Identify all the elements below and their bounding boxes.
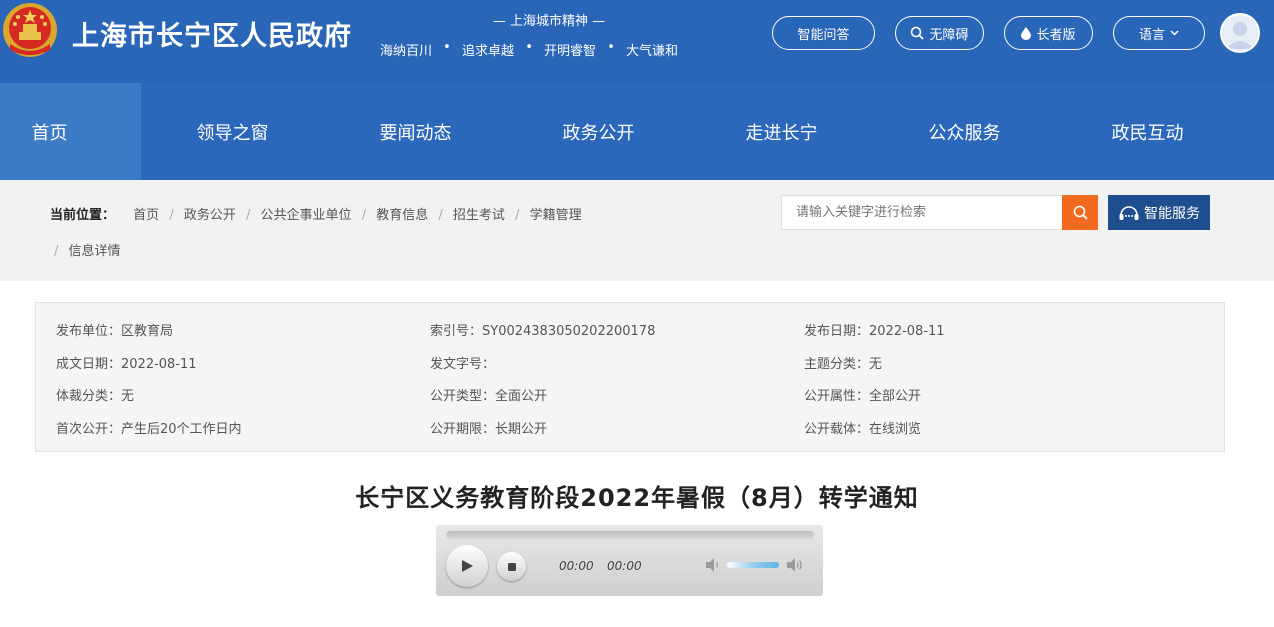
document-info-panel: 发布单位：区教育局 索引号：SY0024383050202200178 发布日期…: [35, 302, 1225, 452]
breadcrumb-separator: /: [54, 244, 59, 259]
smart-service-label: 智能服务: [1144, 205, 1200, 222]
headset-icon: [1119, 205, 1139, 220]
info-genre: 体裁分类：无: [56, 389, 135, 404]
breadcrumb-item-current[interactable]: 信息详情: [69, 244, 121, 259]
info-publish-date: 发布日期：2022-08-11: [804, 324, 945, 339]
nav-item-label: 领导之窗: [196, 122, 269, 144]
breadcrumb-label: 当前位置：: [50, 208, 116, 223]
info-open-type: 公开类型：全面公开: [430, 389, 548, 404]
nav-item-label: 政民互动: [1111, 122, 1184, 144]
main-nav: 首页 领导之窗 要闻动态 政务公开 走进长宁 公众服务 政民互动: [0, 83, 1274, 180]
language-label: 语言: [1138, 27, 1165, 43]
volume-slider[interactable]: [727, 562, 779, 568]
play-icon: [462, 560, 473, 572]
language-button[interactable]: 语言: [1113, 16, 1205, 50]
spirit-word: 开明睿智: [544, 44, 597, 59]
duration-time: 00:00: [607, 559, 642, 573]
play-button[interactable]: [446, 545, 488, 587]
elder-mode-label: 长者版: [1036, 27, 1076, 43]
nav-item-leaders[interactable]: 领导之窗: [141, 83, 324, 180]
volume-low-icon[interactable]: [704, 556, 722, 574]
info-publisher: 发布单位：区教育局: [56, 324, 174, 339]
search-input[interactable]: [781, 195, 1063, 230]
smart-qa-label: 智能问答: [797, 27, 850, 43]
site-title[interactable]: 上海市长宁区人民政府: [72, 14, 352, 53]
info-first-open: 首次公开：产生后20个工作日内: [56, 422, 242, 437]
breadcrumb-item[interactable]: 公共企事业单位: [261, 208, 352, 223]
user-avatar[interactable]: [1220, 13, 1260, 53]
avatar-icon: [1226, 22, 1254, 49]
breadcrumb: 当前位置： 首页 / 政务公开 / 公共企事业单位 / 教育信息 / 招生考试 …: [50, 204, 582, 223]
spirit-word: 海纳百川: [380, 44, 433, 59]
info-written-date: 成文日期：2022-08-11: [56, 357, 197, 372]
audio-seek-bar[interactable]: [446, 531, 814, 539]
nav-item-open-gov[interactable]: 政务公开: [507, 83, 690, 180]
breadcrumb-item[interactable]: 招生考试: [453, 208, 505, 223]
article-title: 长宁区义务教育阶段2022年暑假（8月）转学通知: [355, 484, 919, 512]
info-index-number: 索引号：SY0024383050202200178: [430, 324, 656, 339]
national-emblem-icon[interactable]: [2, 2, 58, 58]
breadcrumb-separator: /: [169, 208, 174, 223]
spirit-word: 追求卓越: [462, 44, 515, 59]
breadcrumb-continued: / 信息详情: [50, 240, 121, 259]
elder-mode-button[interactable]: 长者版: [1004, 16, 1093, 50]
nav-item-about[interactable]: 走进长宁: [690, 83, 873, 180]
stop-icon: [507, 562, 516, 571]
breadcrumb-separator: /: [438, 208, 443, 223]
city-spirit-title: — 上海城市精神 —: [492, 14, 606, 29]
breadcrumb-separator: /: [515, 208, 520, 223]
nav-item-label: 政务公开: [562, 122, 635, 144]
breadcrumb-separator: /: [361, 208, 367, 223]
nav-item-label: 要闻动态: [379, 122, 452, 144]
nav-item-interaction[interactable]: 政民互动: [1056, 83, 1239, 180]
breadcrumb-item[interactable]: 学籍管理: [530, 208, 582, 223]
stop-button[interactable]: [497, 552, 526, 581]
audio-player: 00:00 00:00: [436, 525, 823, 596]
water-drop-icon: [1021, 26, 1032, 40]
spirit-dot: •: [607, 40, 615, 55]
info-doc-number: 发文字号：: [430, 357, 496, 372]
search-button[interactable]: [1062, 195, 1098, 230]
nav-item-label: 走进长宁: [745, 122, 818, 144]
nav-item-label: 公众服务: [928, 122, 1001, 144]
breadcrumb-separator: /: [246, 208, 251, 223]
smart-service-button[interactable]: 智能服务: [1108, 195, 1210, 230]
spirit-word: 大气谦和: [626, 44, 679, 59]
smart-qa-button[interactable]: 智能问答: [772, 16, 875, 50]
search-icon: [1073, 205, 1088, 220]
current-time: 00:00: [559, 559, 594, 573]
accessibility-label: 无障碍: [929, 27, 969, 43]
info-open-attribute: 公开属性：全部公开: [804, 389, 922, 404]
city-spirit-words: 海纳百川 • 追求卓越 • 开明睿智 • 大气谦和: [380, 40, 678, 59]
nav-item-news[interactable]: 要闻动态: [324, 83, 507, 180]
breadcrumb-item[interactable]: 首页: [133, 208, 159, 223]
spirit-dot: •: [443, 40, 451, 55]
info-open-term: 公开期限：长期公开: [430, 422, 548, 437]
nav-item-public-service[interactable]: 公众服务: [873, 83, 1056, 180]
site-header: 上海市长宁区人民政府 — 上海城市精神 — 海纳百川 • 追求卓越 • 开明睿智…: [0, 0, 1274, 83]
nav-item-label: 首页: [31, 122, 68, 144]
breadcrumb-item[interactable]: 教育信息: [376, 208, 428, 223]
info-topic: 主题分类：无: [804, 357, 883, 372]
spirit-dot: •: [525, 40, 533, 55]
search-icon: [911, 26, 925, 40]
chevron-down-icon: [1170, 30, 1179, 36]
volume-high-icon[interactable]: [786, 556, 804, 574]
breadcrumb-item[interactable]: 政务公开: [184, 208, 236, 223]
nav-item-home[interactable]: 首页: [0, 83, 141, 180]
info-open-carrier: 公开载体：在线浏览: [804, 422, 922, 437]
accessibility-button[interactable]: 无障碍: [895, 16, 984, 50]
